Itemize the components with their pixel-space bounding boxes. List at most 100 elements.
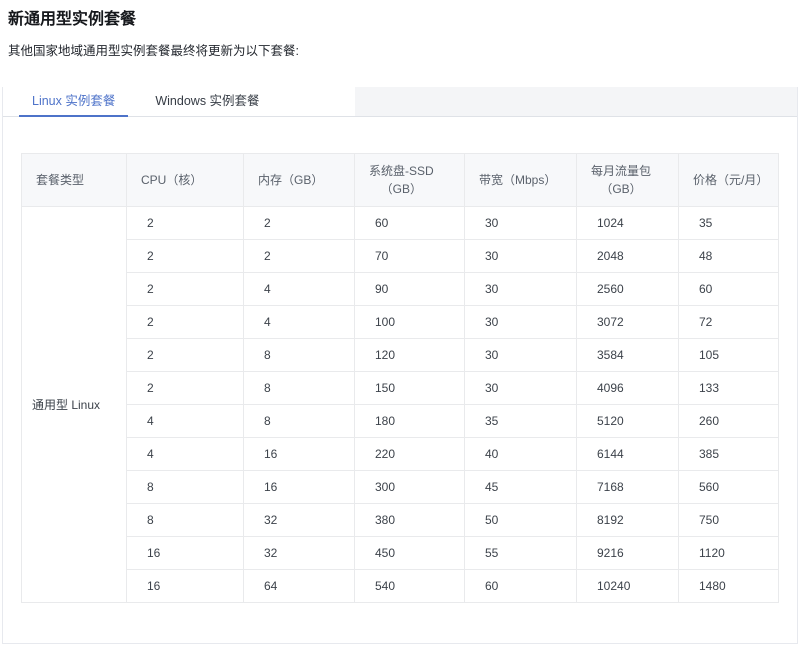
table-cell: 4096	[577, 372, 679, 405]
table-row: 416220406144385	[22, 438, 779, 471]
table-cell: 70	[355, 240, 465, 273]
instance-spec-table: 套餐类型 CPU（核） 内存（GB） 系统盘-SSD（GB） 带宽（Mbps） …	[21, 153, 779, 603]
table-cell: 560	[679, 471, 779, 504]
table-cell: 8	[244, 339, 355, 372]
table-cell: 72	[679, 306, 779, 339]
tab-windows[interactable]: Windows 实例套餐	[142, 87, 272, 116]
table-cell: 16	[244, 471, 355, 504]
table-cell: 2048	[577, 240, 679, 273]
page-subtitle: 其他国家地域通用型实例套餐最终将更新为以下套餐:	[0, 43, 800, 60]
table-cell: 10240	[577, 570, 679, 603]
table-row: 816300457168560	[22, 471, 779, 504]
table-cell: 150	[355, 372, 465, 405]
table-cell: 2	[127, 273, 244, 306]
column-header-memory: 内存（GB）	[244, 154, 355, 207]
table-cell: 4	[244, 273, 355, 306]
table-cell: 4	[127, 438, 244, 471]
table-cell: 220	[355, 438, 465, 471]
table-row: 166454060102401480	[22, 570, 779, 603]
table-cell: 120	[355, 339, 465, 372]
table-row: 16324505592161120	[22, 537, 779, 570]
table-cell: 260	[679, 405, 779, 438]
table-cell: 4	[127, 405, 244, 438]
table-cell: 50	[465, 504, 577, 537]
table-cell: 60	[465, 570, 577, 603]
table-cell: 9216	[577, 537, 679, 570]
table-cell: 30	[465, 306, 577, 339]
page-title: 新通用型实例套餐	[0, 0, 800, 30]
table-cell: 3072	[577, 306, 679, 339]
table-cell: 5120	[577, 405, 679, 438]
column-header-price: 价格（元/月）	[679, 154, 779, 207]
table-row: 2410030307272	[22, 306, 779, 339]
table-cell: 2	[127, 306, 244, 339]
table-cell: 8	[127, 471, 244, 504]
table-cell: 2	[127, 339, 244, 372]
table-row: 48180355120260	[22, 405, 779, 438]
table-cell: 30	[465, 372, 577, 405]
table-header-row: 套餐类型 CPU（核） 内存（GB） 系统盘-SSD（GB） 带宽（Mbps） …	[22, 154, 779, 207]
column-header-bandwidth: 带宽（Mbps）	[465, 154, 577, 207]
table-cell: 8	[244, 405, 355, 438]
table-cell: 35	[465, 405, 577, 438]
table-cell: 180	[355, 405, 465, 438]
table-cell: 1480	[679, 570, 779, 603]
table-cell: 2	[244, 240, 355, 273]
table-cell: 30	[465, 240, 577, 273]
column-header-package-type: 套餐类型	[22, 154, 127, 207]
table-cell: 4	[244, 306, 355, 339]
table-cell: 105	[679, 339, 779, 372]
table-cell: 60	[355, 207, 465, 240]
table-cell: 450	[355, 537, 465, 570]
table-cell: 385	[679, 438, 779, 471]
table-cell: 6144	[577, 438, 679, 471]
table-cell: 45	[465, 471, 577, 504]
table-cell: 750	[679, 504, 779, 537]
table-cell: 30	[465, 339, 577, 372]
table-cell: 2	[244, 207, 355, 240]
table-cell: 100	[355, 306, 465, 339]
table-row: 通用型 Linux226030102435	[22, 207, 779, 240]
table-cell: 40	[465, 438, 577, 471]
table-cell: 380	[355, 504, 465, 537]
table-cell: 30	[465, 273, 577, 306]
table-cell: 2	[127, 372, 244, 405]
table-row: 249030256060	[22, 273, 779, 306]
table-body: 通用型 Linux2260301024352270302048482490302…	[22, 207, 779, 603]
table-cell: 2	[127, 207, 244, 240]
table-row: 227030204848	[22, 240, 779, 273]
table-cell: 300	[355, 471, 465, 504]
table-row: 832380508192750	[22, 504, 779, 537]
table-cell: 35	[679, 207, 779, 240]
table-cell: 133	[679, 372, 779, 405]
table-cell: 16	[244, 438, 355, 471]
table-cell: 32	[244, 504, 355, 537]
table-cell: 7168	[577, 471, 679, 504]
table-cell: 60	[679, 273, 779, 306]
table-cell: 64	[244, 570, 355, 603]
table-cell: 2	[127, 240, 244, 273]
tab-bar: Linux 实例套餐 Windows 实例套餐	[3, 87, 797, 117]
table-cell: 8192	[577, 504, 679, 537]
table-cell: 8	[244, 372, 355, 405]
table-cell: 3584	[577, 339, 679, 372]
column-header-system-disk: 系统盘-SSD（GB）	[355, 154, 465, 207]
row-group-label: 通用型 Linux	[22, 207, 127, 603]
table-row: 28120303584105	[22, 339, 779, 372]
table-cell: 48	[679, 240, 779, 273]
table-cell: 16	[127, 570, 244, 603]
table-cell: 8	[127, 504, 244, 537]
table-cell: 32	[244, 537, 355, 570]
table-cell: 540	[355, 570, 465, 603]
column-header-cpu: CPU（核）	[127, 154, 244, 207]
table-cell: 1120	[679, 537, 779, 570]
tab-panel-container: Linux 实例套餐 Windows 实例套餐 套餐类型 CPU（核） 内存（G…	[2, 87, 798, 644]
table-cell: 90	[355, 273, 465, 306]
table-cell: 55	[465, 537, 577, 570]
column-header-monthly-traffic: 每月流量包（GB）	[577, 154, 679, 207]
tab-linux[interactable]: Linux 实例套餐	[19, 87, 128, 116]
table-cell: 1024	[577, 207, 679, 240]
table-cell: 16	[127, 537, 244, 570]
table-cell: 2560	[577, 273, 679, 306]
table-row: 28150304096133	[22, 372, 779, 405]
